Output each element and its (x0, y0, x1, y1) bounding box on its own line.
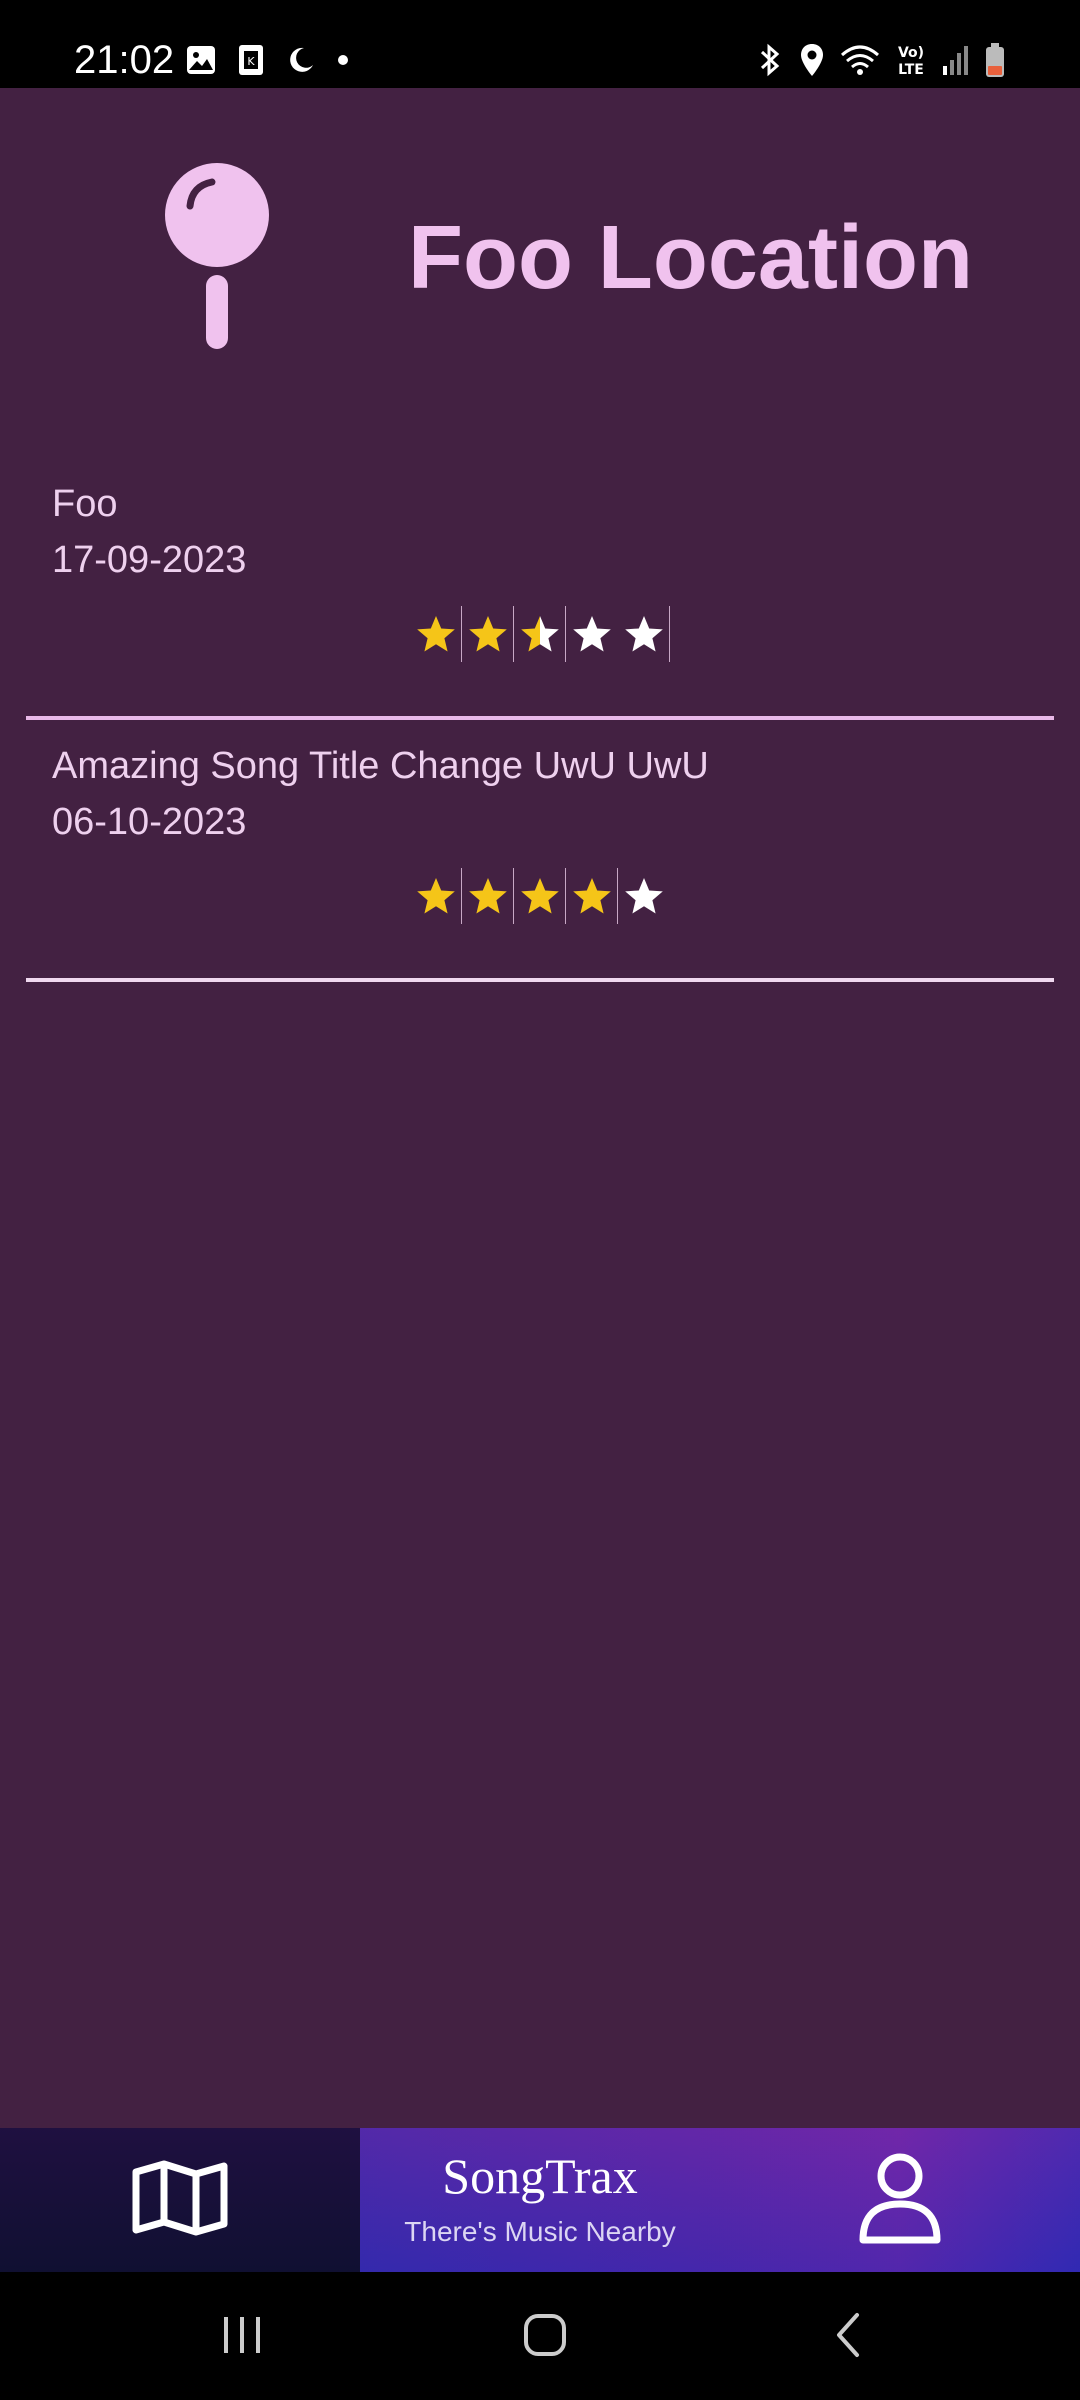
back-button[interactable] (808, 2302, 888, 2372)
volte-icon: Vo) LTE (894, 42, 928, 78)
status-left-icons: K (186, 42, 348, 78)
home-button[interactable] (505, 2302, 585, 2372)
battery-icon (984, 42, 1006, 78)
location-header: Foo Location (0, 88, 1080, 388)
recents-icon (220, 2315, 264, 2360)
moon-icon (286, 45, 316, 75)
main-content: Foo Location Foo 17-09-2023 Amazing Song… (0, 88, 1080, 2128)
song-title: Foo (52, 483, 118, 525)
star-icon (410, 606, 462, 662)
status-right-icons: Vo) LTE (756, 40, 1006, 80)
star-icon (566, 606, 618, 662)
bluetooth-icon (756, 42, 784, 78)
star-icon (514, 868, 566, 924)
status-time: 21:02 (74, 38, 175, 82)
brand-block: SongTrax There's Music Nearby (360, 2128, 720, 2272)
star-icon (618, 606, 670, 662)
k-app-icon: K (238, 44, 264, 76)
profile-nav-button[interactable] (720, 2128, 1080, 2272)
location-icon (798, 42, 826, 78)
song-item[interactable]: Amazing Song Title Change UwU UwU 06-10-… (26, 720, 1054, 982)
song-list: Foo 17-09-2023 Amazing Song Title Change… (26, 458, 1054, 982)
song-title: Amazing Song Title Change UwU UwU (52, 745, 709, 787)
brand-name: SongTrax (442, 2148, 638, 2204)
map-nav-button[interactable] (0, 2128, 360, 2272)
recents-button[interactable] (202, 2302, 282, 2372)
star-icon (410, 868, 462, 924)
star-rating (410, 868, 670, 924)
bottom-nav: SongTrax There's Music Nearby (0, 2128, 1080, 2272)
star-icon (462, 606, 514, 662)
dot-icon (338, 55, 348, 65)
nav-center: SongTrax There's Music Nearby (360, 2128, 1080, 2272)
song-item[interactable]: Foo 17-09-2023 (26, 458, 1054, 720)
gallery-icon (186, 45, 216, 75)
star-icon (462, 868, 514, 924)
star-icon (514, 606, 566, 662)
star-rating (410, 606, 670, 662)
page-title: Foo Location (408, 208, 973, 308)
svg-text:K: K (247, 55, 255, 68)
back-icon (833, 2311, 863, 2364)
map-pin-icon (162, 160, 272, 350)
system-nav-bar (0, 2272, 1080, 2400)
star-icon (618, 868, 670, 924)
map-icon (132, 2160, 228, 2241)
profile-icon (858, 2152, 942, 2249)
star-icon (566, 868, 618, 924)
home-icon (522, 2312, 568, 2363)
svg-text:Vo): Vo) (898, 45, 924, 61)
signal-icon (942, 44, 970, 76)
svg-text:LTE: LTE (898, 62, 924, 78)
song-date: 17-09-2023 (52, 539, 247, 581)
status-bar: 21:02 K Vo) LTE (0, 0, 1080, 88)
wifi-icon (840, 43, 880, 77)
brand-tagline: There's Music Nearby (404, 2216, 676, 2247)
song-date: 06-10-2023 (52, 801, 247, 843)
